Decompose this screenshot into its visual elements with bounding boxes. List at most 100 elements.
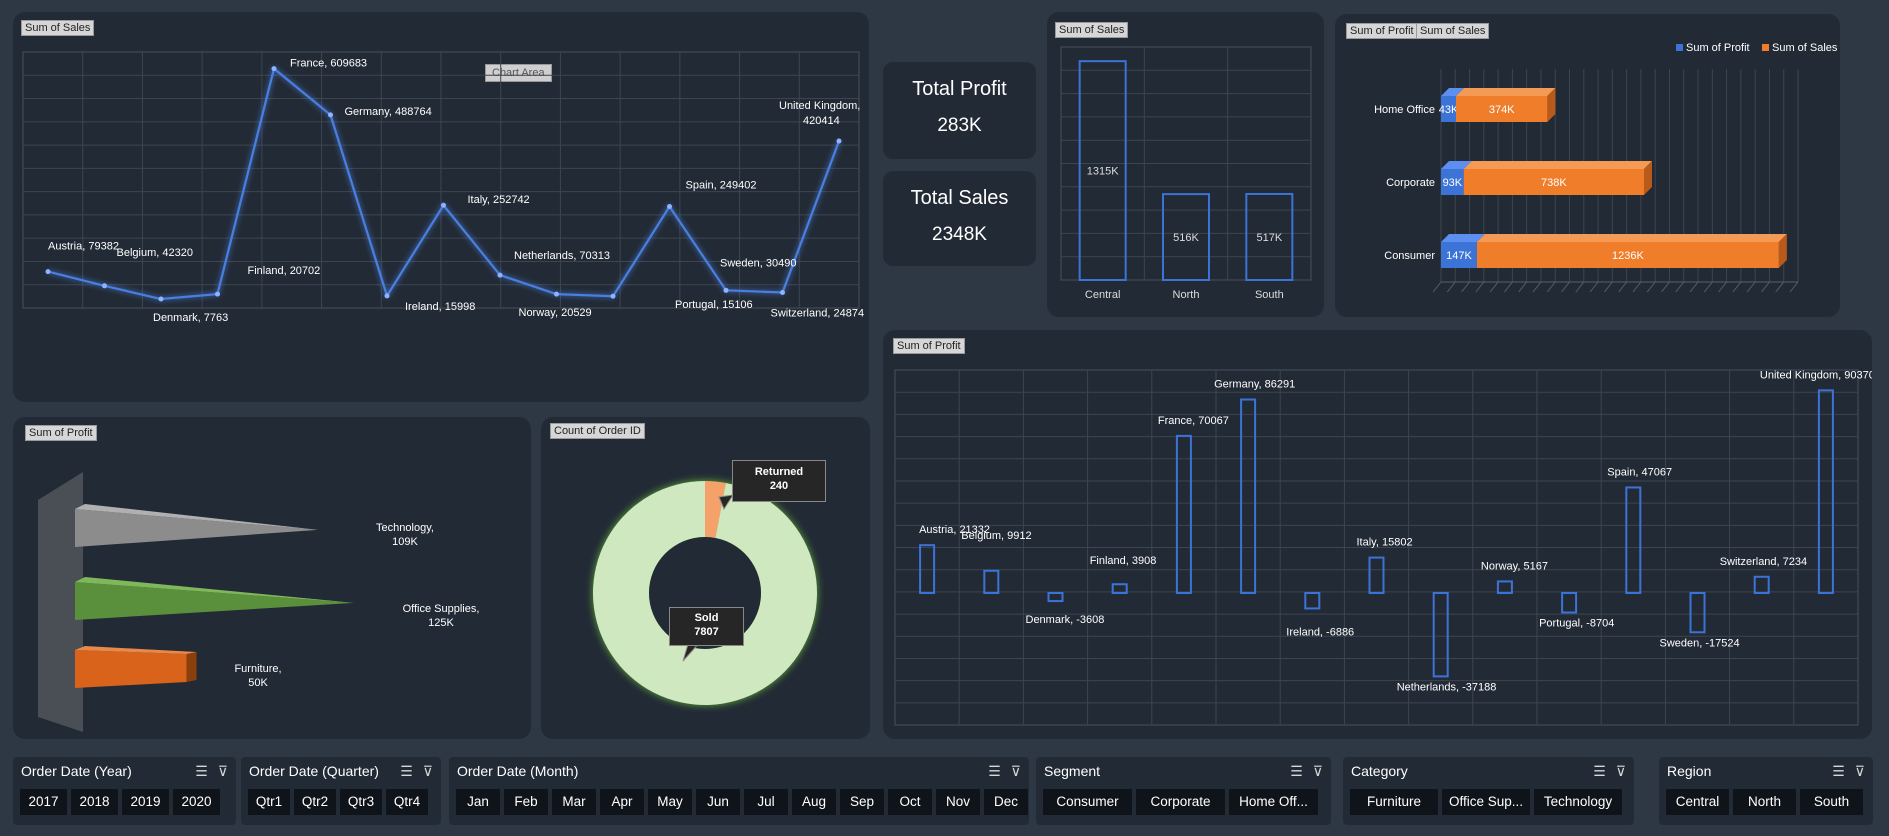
- clear-filter-icon[interactable]: ⊽: [1855, 763, 1865, 779]
- profit-data-label: Netherlands, -37188: [1397, 681, 1497, 693]
- slicer-item[interactable]: Sep: [840, 789, 884, 815]
- line-point: [497, 272, 503, 278]
- line-point: [723, 287, 729, 293]
- profit-by-country-panel: Sum of Profit Austria, 21332 Belgium, 991…: [883, 330, 1872, 739]
- line-data-label: Italy, 252742: [468, 194, 530, 206]
- profit-data-label: Spain, 47067: [1607, 466, 1672, 478]
- floor-line: [1775, 281, 1785, 293]
- slicer-item[interactable]: Home Off...: [1229, 789, 1318, 815]
- region-axis-label: North: [1173, 289, 1200, 301]
- region-bar-chart: 1315K Central 516K North 517K South: [1060, 46, 1312, 301]
- slicer-item[interactable]: 2019: [122, 789, 169, 815]
- slicer-item[interactable]: Jan: [456, 789, 500, 815]
- line-data-label: Belgium, 42320: [117, 247, 193, 259]
- slicer-region: Region ☰ ⊽ Central North South: [1659, 757, 1873, 825]
- slicer-item[interactable]: Aug: [792, 789, 836, 815]
- slicer-item[interactable]: Jun: [696, 789, 740, 815]
- floor-line: [1646, 281, 1656, 293]
- slicer-item[interactable]: Corporate: [1136, 789, 1225, 815]
- category-data-label: Office Supplies,: [403, 603, 480, 615]
- legend-label: Sum of Sales: [1772, 42, 1838, 54]
- line-point: [610, 293, 616, 299]
- line-point: [780, 289, 785, 295]
- floor-line: [1618, 281, 1628, 293]
- clear-filter-icon[interactable]: ⊽: [423, 763, 433, 779]
- segment-axis-label: Consumer: [1384, 250, 1435, 262]
- slicer-item[interactable]: Nov: [936, 789, 980, 815]
- floor-line: [1718, 281, 1727, 293]
- slicer-item[interactable]: Technology: [1534, 789, 1622, 815]
- slicer-item[interactable]: Qtr2: [294, 789, 336, 815]
- profit-bar: [1047, 592, 1064, 603]
- line-data-label: Norway, 20529: [519, 307, 592, 319]
- slicer-item[interactable]: Qtr1: [248, 789, 290, 815]
- slicer-item[interactable]: Furniture: [1350, 789, 1438, 815]
- slicer-item[interactable]: South: [1800, 789, 1863, 815]
- slicer-item[interactable]: 2017: [20, 789, 67, 815]
- slicer-title: Region: [1667, 763, 1712, 779]
- segment-axis-label: Corporate: [1386, 177, 1435, 189]
- slicer-item[interactable]: Dec: [984, 789, 1028, 815]
- slicer-item[interactable]: Office Sup...: [1442, 789, 1530, 815]
- slicer-item[interactable]: May: [648, 789, 692, 815]
- clear-filter-icon[interactable]: ⊽: [218, 763, 228, 779]
- slicer-title: Segment: [1044, 763, 1101, 779]
- callout-sold: Sold 7807: [669, 607, 744, 646]
- line-data-label: Finland, 20702: [248, 265, 321, 277]
- slicer-item[interactable]: 2020: [173, 789, 220, 815]
- profit-data-label: Finland, 3908: [1090, 555, 1157, 567]
- kpi-total-profit-label: Total Profit: [912, 78, 1007, 100]
- slicer-title: Category: [1351, 763, 1408, 779]
- slicer-item[interactable]: Qtr3: [340, 789, 382, 815]
- line-point: [102, 283, 107, 289]
- line-point: [554, 291, 559, 297]
- line-point: [215, 291, 220, 297]
- multi-select-icon[interactable]: ☰: [1832, 763, 1845, 779]
- callout-sold-value: 7807: [694, 626, 719, 638]
- slicer-item[interactable]: Jul: [744, 789, 788, 815]
- slicer-item[interactable]: Oct: [888, 789, 932, 815]
- callout-returned: Returned 240: [732, 460, 826, 502]
- legend-label: Sum of Profit: [1686, 42, 1750, 54]
- legend-swatch: [1762, 44, 1769, 51]
- line-data-label: Netherlands, 70313: [514, 250, 610, 262]
- multi-select-icon[interactable]: ☰: [195, 763, 208, 779]
- multi-select-icon[interactable]: ☰: [988, 763, 1001, 779]
- slicer-segment: Segment ☰ ⊽ Consumer Corporate Home Off..…: [1036, 757, 1331, 825]
- line-point: [384, 293, 390, 299]
- line-data-label: Ireland, 15998: [405, 301, 475, 313]
- slicer-title: Order Date (Quarter): [249, 763, 379, 779]
- floor-line: [1761, 281, 1770, 293]
- clear-filter-icon[interactable]: ⊽: [1313, 763, 1323, 779]
- multi-select-icon[interactable]: ☰: [1290, 763, 1303, 779]
- callout-returned-label: Returned: [754, 466, 804, 478]
- line-point: [328, 112, 333, 118]
- profit-bar: [919, 544, 936, 595]
- line-data-label: United Kingdom,: [779, 100, 860, 112]
- callout-sold-label: Sold: [694, 612, 719, 624]
- slicer-item[interactable]: North: [1733, 789, 1796, 815]
- region-bar-label: 1315K: [1087, 166, 1119, 178]
- slicer-item[interactable]: Central: [1666, 789, 1729, 815]
- multi-select-icon[interactable]: ☰: [400, 763, 413, 779]
- multi-select-icon[interactable]: ☰: [1593, 763, 1606, 779]
- profit-data-label: Denmark, -3608: [1026, 614, 1105, 626]
- category-bar: [75, 509, 319, 547]
- slicer-item[interactable]: Mar: [552, 789, 596, 815]
- segment-bar-label: 43K: [1439, 104, 1459, 116]
- line-data-label: Austria, 79382: [48, 241, 119, 253]
- bar-top-face: [1456, 88, 1556, 96]
- slicer-item[interactable]: Feb: [504, 789, 548, 815]
- clear-filter-icon[interactable]: ⊽: [1616, 763, 1626, 779]
- clear-filter-icon[interactable]: ⊽: [1011, 763, 1021, 779]
- profit-bar: [1753, 575, 1770, 594]
- bar-side-face: [186, 652, 197, 682]
- slicer-item[interactable]: Consumer: [1043, 789, 1132, 815]
- slicer-item[interactable]: 2018: [71, 789, 118, 815]
- floor-line: [1603, 281, 1613, 293]
- floor-line: [1746, 281, 1756, 293]
- profit-data-label: Belgium, 9912: [961, 530, 1031, 542]
- slicer-item[interactable]: Apr: [600, 789, 644, 815]
- slicer-item[interactable]: Qtr4: [386, 789, 428, 815]
- line-point: [836, 138, 842, 144]
